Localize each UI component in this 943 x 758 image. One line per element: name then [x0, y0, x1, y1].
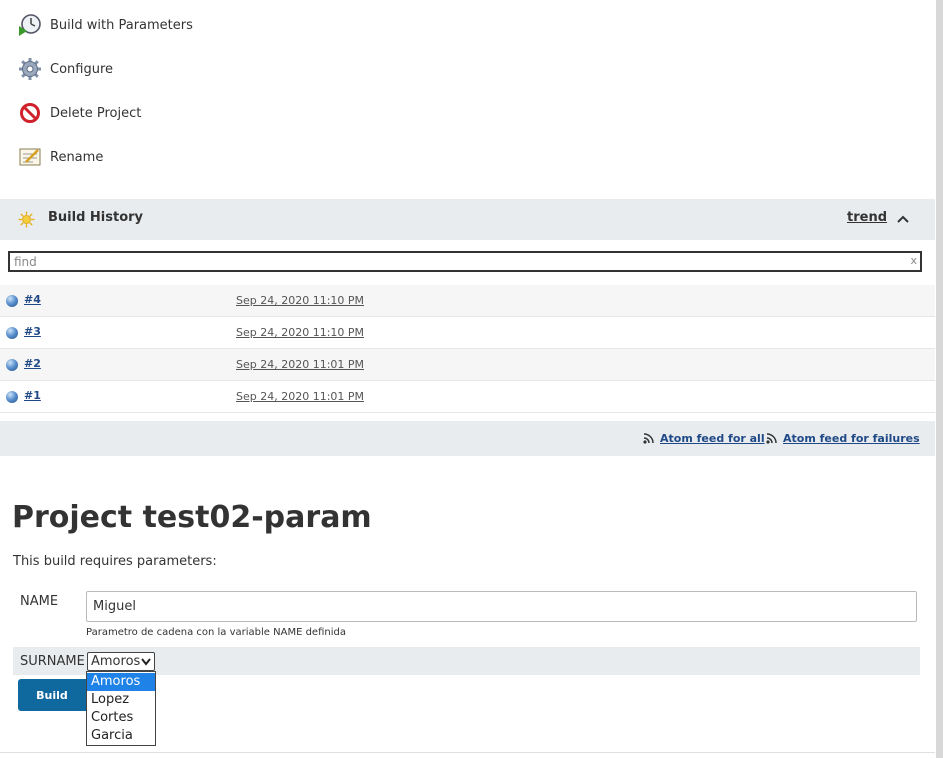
task-label: Delete Project	[50, 105, 142, 121]
notepad-icon	[18, 145, 42, 169]
build-date-link[interactable]: Sep 24, 2020 11:10 PM	[236, 294, 364, 307]
task-label: Rename	[50, 149, 104, 165]
task-build-with-parameters[interactable]: Build with Parameters	[18, 10, 193, 40]
task-rename[interactable]: Rename	[18, 142, 103, 172]
feed-bar: Atom feed for all Atom feed for failures	[0, 421, 935, 456]
build-row: #4 Sep 24, 2020 11:10 PM	[0, 285, 935, 317]
trend-link[interactable]: trend	[847, 210, 887, 225]
scrollbar-thumb[interactable]	[936, 0, 943, 758]
surname-option[interactable]: Garcia	[87, 727, 155, 745]
atom-feed-all-link[interactable]: Atom feed for all	[643, 432, 765, 445]
surname-option[interactable]: Lopez	[87, 691, 155, 709]
clock-play-icon	[18, 13, 42, 37]
surname-select-value: Amoros	[91, 654, 141, 669]
atom-feed-failures-link[interactable]: Atom feed for failures	[766, 432, 920, 445]
divider	[0, 752, 935, 753]
status-ball-icon	[6, 359, 18, 371]
gear-icon	[18, 57, 42, 81]
page-title: Project test02-param	[12, 500, 372, 535]
status-ball-icon	[6, 327, 18, 339]
surname-select[interactable]: Amoros	[87, 652, 155, 671]
task-label: Build with Parameters	[50, 17, 193, 33]
name-param-input[interactable]	[86, 591, 917, 622]
build-row: #1 Sep 24, 2020 11:01 PM	[0, 381, 935, 413]
params-intro-text: This build requires parameters:	[13, 554, 217, 569]
no-entry-icon	[18, 101, 42, 125]
scrollbar-track[interactable]	[936, 0, 943, 758]
build-date-link[interactable]: Sep 24, 2020 11:01 PM	[236, 390, 364, 403]
task-label: Configure	[50, 61, 114, 77]
name-param-help: Parametro de cadena con la variable NAME…	[86, 627, 346, 638]
status-ball-icon	[6, 391, 18, 403]
atom-feed-failures-label: Atom feed for failures	[783, 432, 920, 445]
rss-icon	[643, 433, 654, 444]
build-number-link[interactable]: #2	[24, 357, 41, 370]
rss-icon	[766, 433, 777, 444]
sun-icon	[18, 211, 35, 228]
clear-search-button[interactable]: x	[910, 254, 917, 267]
build-history-header: Build History trend	[0, 199, 935, 240]
chevron-down-icon	[141, 658, 151, 666]
task-delete-project[interactable]: Delete Project	[18, 98, 141, 128]
build-date-link[interactable]: Sep 24, 2020 11:10 PM	[236, 326, 364, 339]
build-row: #2 Sep 24, 2020 11:01 PM	[0, 349, 935, 381]
build-search-box: x	[8, 251, 922, 272]
status-ball-icon	[6, 295, 18, 307]
task-configure[interactable]: Configure	[18, 54, 113, 84]
build-date-link[interactable]: Sep 24, 2020 11:01 PM	[236, 358, 364, 371]
surname-options-list: Amoros Lopez Cortes Garcia	[86, 671, 156, 746]
build-row: #3 Sep 24, 2020 11:10 PM	[0, 317, 935, 349]
surname-option[interactable]: Cortes	[87, 709, 155, 727]
atom-feed-all-label: Atom feed for all	[660, 432, 765, 445]
build-button[interactable]: Build	[18, 679, 89, 711]
surname-param-label: SURNAME	[20, 654, 85, 669]
build-number-link[interactable]: #1	[24, 389, 41, 402]
name-param-label: NAME	[20, 594, 59, 609]
surname-option[interactable]: Amoros	[87, 673, 155, 691]
build-number-link[interactable]: #3	[24, 325, 41, 338]
chevron-up-icon[interactable]	[896, 212, 910, 226]
build-history-title: Build History	[48, 210, 144, 225]
build-search-input[interactable]	[14, 254, 894, 270]
build-number-link[interactable]: #4	[24, 293, 41, 306]
